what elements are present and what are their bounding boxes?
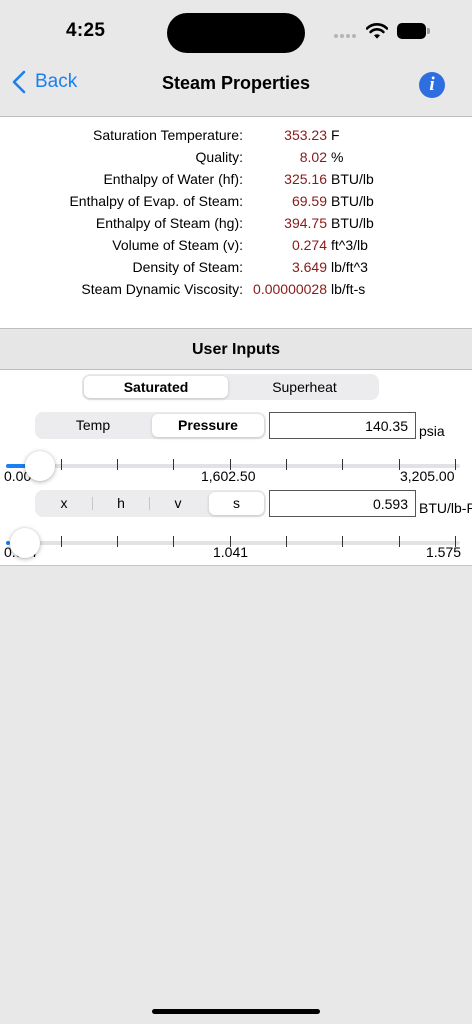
slider-thumb[interactable] (24, 451, 55, 481)
slider-thumb[interactable] (10, 528, 40, 558)
slider-max-label: 3,205.00 (400, 468, 455, 484)
slider-tick (286, 536, 287, 547)
pressure-unit: psia (419, 423, 445, 439)
battery-icon (397, 23, 431, 39)
slider-mid-label: 1.041 (213, 544, 249, 560)
segment-saturated[interactable]: Saturated (84, 376, 228, 398)
slider-tick (61, 459, 62, 470)
property-row-enthalpy-water: Enthalpy of Water (hf): 325.16 BTU/lb (0, 168, 472, 190)
slider-tick (399, 536, 400, 547)
slider-tick (455, 459, 456, 470)
user-inputs-header: User Inputs (0, 330, 472, 370)
property-unit: F (331, 127, 340, 143)
property-unit: % (331, 149, 344, 165)
property-value: 353.23 (284, 127, 327, 143)
entropy-unit: BTU/lb-R (419, 500, 472, 516)
property-label: Volume of Steam (v): (112, 237, 243, 253)
segment-temp[interactable]: Temp (37, 414, 149, 437)
property-row-density: Density of Steam: 3.649 lb/ft^3 (0, 256, 472, 278)
property-row-enthalpy-steam: Enthalpy of Steam (hg): 394.75 BTU/lb (0, 212, 472, 234)
segment-x[interactable]: x (37, 492, 91, 515)
home-indicator (152, 1009, 320, 1014)
info-button[interactable]: i (419, 72, 445, 98)
property-label: Enthalpy of Evap. of Steam: (69, 193, 243, 209)
property-label: Quality: (195, 149, 243, 165)
dynamic-island (167, 13, 305, 53)
property-unit: BTU/lb (331, 171, 374, 187)
variable-segmented-control: Temp Pressure (35, 412, 266, 439)
property-unit: ft^3/lb (331, 237, 368, 253)
segment-superheat[interactable]: Superheat (232, 376, 377, 398)
property-label: Enthalpy of Water (hf): (103, 171, 243, 187)
segment-s[interactable]: s (209, 492, 264, 515)
segment-pressure[interactable]: Pressure (152, 414, 264, 437)
property-row-quality: Quality: 8.02 % (0, 146, 472, 168)
user-inputs-panel: Saturated Superheat Temp Pressure psia 0… (0, 370, 472, 566)
property-label: Density of Steam: (132, 259, 244, 275)
property-unit: lb/ft^3 (331, 259, 368, 275)
property-unit: lb/ft-s (331, 281, 366, 297)
slider-tick (117, 459, 118, 470)
property-value: 3.649 (291, 259, 327, 275)
info-icon: i (429, 74, 435, 95)
pressure-input[interactable] (269, 412, 416, 439)
cellular-signal-icon (334, 34, 356, 38)
segment-divider (92, 497, 93, 510)
property-segmented-control: x h v s (35, 490, 266, 517)
slider-max-label: 1.575 (426, 544, 462, 560)
property-value: 0.00000028 (253, 281, 327, 297)
status-time: 4:25 (66, 20, 106, 41)
slider-tick (342, 459, 343, 470)
page-title: Steam Properties (161, 73, 311, 93)
wifi-icon (366, 23, 388, 39)
slider-tick (173, 536, 174, 547)
slider-tick (117, 536, 118, 547)
slider-tick (286, 459, 287, 470)
segment-divider (149, 497, 150, 510)
slider-tick (342, 536, 343, 547)
slider-tick (173, 459, 174, 470)
property-row-enthalpy-evap: Enthalpy of Evap. of Steam: 69.59 BTU/lb (0, 190, 472, 212)
property-label: Enthalpy of Steam (hg): (95, 215, 243, 231)
mode-segmented-control: Saturated Superheat (82, 374, 379, 400)
property-row-volume: Volume of Steam (v): 0.274 ft^3/lb (0, 234, 472, 256)
property-unit: BTU/lb (331, 215, 374, 231)
property-row-viscosity: Steam Dynamic Viscosity: 0.00000028 lb/f… (0, 278, 472, 300)
segment-v[interactable]: v (151, 492, 205, 515)
property-value: 0.274 (291, 237, 327, 253)
slider-tick (61, 536, 62, 547)
properties-panel: Saturation Temperature: 353.23 F Quality… (0, 116, 472, 329)
property-label: Steam Dynamic Viscosity: (81, 281, 243, 297)
entropy-input[interactable] (269, 490, 416, 517)
property-value: 69.59 (291, 193, 327, 209)
slider-mid-label: 1,602.50 (201, 468, 256, 484)
property-label: Saturation Temperature: (93, 127, 243, 143)
property-value: 8.02 (299, 149, 327, 165)
property-unit: BTU/lb (331, 193, 374, 209)
property-value: 325.16 (284, 171, 327, 187)
property-value: 394.75 (284, 215, 327, 231)
property-row-saturation-temperature: Saturation Temperature: 353.23 F (0, 124, 472, 146)
segment-h[interactable]: h (94, 492, 148, 515)
